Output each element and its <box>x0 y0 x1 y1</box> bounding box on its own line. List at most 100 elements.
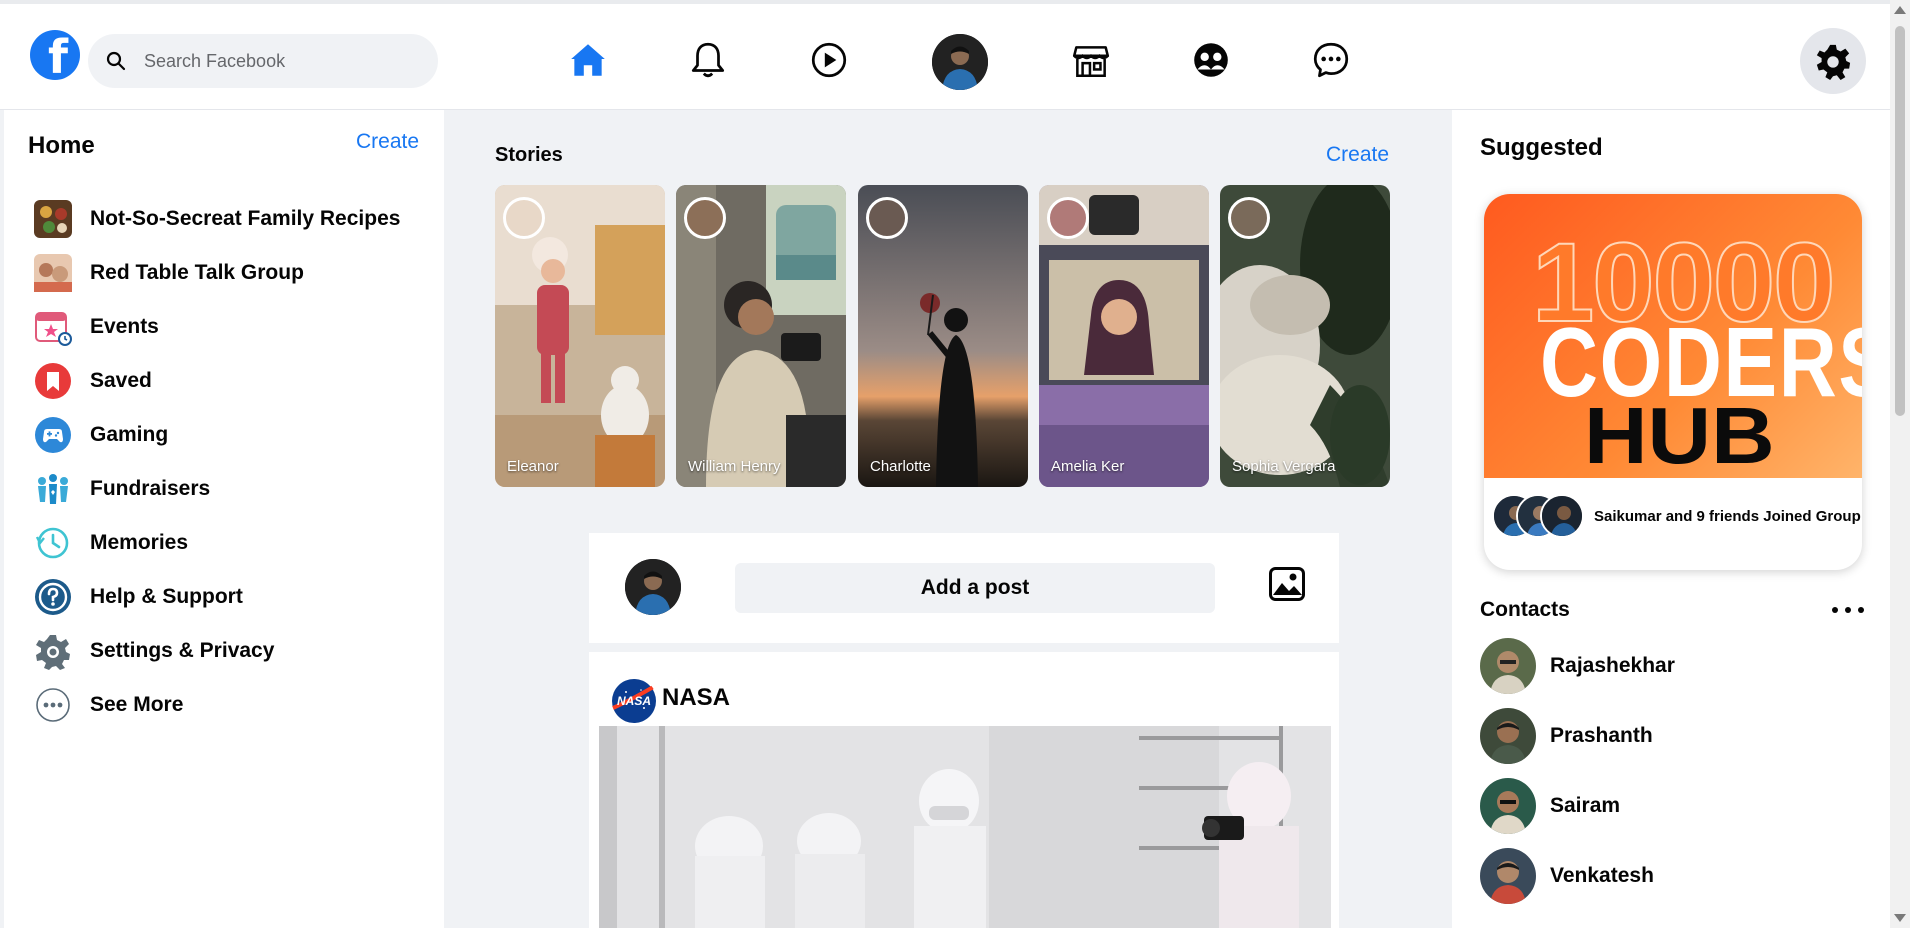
story-avatar <box>684 197 726 239</box>
search-box[interactable] <box>88 34 438 88</box>
story-avatar <box>866 197 908 239</box>
clock-icon <box>34 524 72 562</box>
contacts-title: Contacts <box>1480 598 1570 621</box>
story-card[interactable]: Amelia Ker <box>1039 185 1209 487</box>
svg-text:NASA: NASA <box>617 694 651 708</box>
contact-avatar <box>1480 848 1536 904</box>
more-icon <box>34 686 72 724</box>
group-photo-icon <box>34 254 72 292</box>
gamepad-icon <box>34 416 72 454</box>
question-icon <box>34 578 72 616</box>
story-card[interactable]: Eleanor <box>495 185 665 487</box>
gear-icon <box>1816 44 1851 80</box>
settings-button[interactable] <box>1800 28 1866 94</box>
bookmark-icon <box>34 362 72 400</box>
group-cover-image: 10000 CODERS HUB <box>1484 194 1862 480</box>
contact-name: Sairam <box>1550 794 1621 817</box>
sidebar-item-label: Red Table Talk Group <box>90 261 304 284</box>
story-name: William Henry <box>688 458 781 475</box>
scroll-down-arrow-icon[interactable] <box>1894 914 1906 922</box>
marketplace-icon[interactable] <box>1063 32 1119 88</box>
story-name: Sophia Vergara <box>1232 458 1336 475</box>
sidebar-item-label: See More <box>90 693 184 716</box>
cover-text-line3: HUB <box>1584 391 1775 480</box>
sidebar-item-label: Events <box>90 315 159 338</box>
home-icon[interactable] <box>560 32 616 88</box>
bell-icon[interactable] <box>680 32 736 88</box>
group-joined-text: Saikumar and 9 friends Joined Group <box>1594 507 1861 525</box>
contact-item[interactable]: Prashanth <box>1480 708 1653 764</box>
page-scrollbar[interactable] <box>1890 0 1910 928</box>
stories-title: Stories <box>495 144 563 166</box>
user-avatar[interactable] <box>625 559 681 615</box>
group-friends-row: Saikumar and 9 friends Joined Group <box>1492 494 1861 538</box>
contacts-more-icon[interactable] <box>1832 600 1864 620</box>
story-card[interactable]: Charlotte <box>858 185 1028 487</box>
right-sidebar: Suggested 10000 CODERS HUB Saikumar and … <box>1452 110 1890 928</box>
photo-icon[interactable] <box>1269 567 1305 601</box>
suggested-group-card[interactable]: 10000 CODERS HUB Saikumar and 9 friends … <box>1484 194 1862 570</box>
sidebar-item-label: Not-So-Secreat Family Recipes <box>90 207 401 230</box>
sidebar-item-label: Settings & Privacy <box>90 639 275 662</box>
hands-icon <box>34 470 72 508</box>
contact-item[interactable]: Rajashekhar <box>1480 638 1675 694</box>
sidebar-item-settings-privacy[interactable]: Settings & Privacy <box>34 624 400 678</box>
sidebar-item-label: Saved <box>90 369 152 392</box>
play-icon[interactable] <box>801 32 857 88</box>
story-card[interactable]: Sophia Vergara <box>1220 185 1390 487</box>
story-avatar <box>1228 197 1270 239</box>
sidebar-item-events[interactable]: Events <box>34 300 400 354</box>
nasa-logo-icon[interactable]: NASA <box>611 678 657 724</box>
sidebar-item-memories[interactable]: Memories <box>34 516 400 570</box>
search-input[interactable] <box>144 50 404 72</box>
contact-avatar <box>1480 778 1536 834</box>
contact-avatar <box>1480 708 1536 764</box>
search-icon <box>106 51 126 71</box>
contact-item[interactable]: Venkatesh <box>1480 848 1654 904</box>
gear-icon <box>34 632 72 670</box>
sidebar-title: Home <box>28 132 95 159</box>
groups-icon[interactable] <box>1183 32 1239 88</box>
calendar-icon <box>34 308 72 346</box>
add-post-button[interactable]: Add a post <box>735 563 1215 613</box>
profile-avatar[interactable] <box>932 34 988 90</box>
post-author[interactable]: NASA <box>662 684 730 712</box>
story-name: Amelia Ker <box>1051 458 1125 475</box>
story-card[interactable]: William Henry <box>676 185 846 487</box>
sidebar-item-label: Gaming <box>90 423 169 446</box>
contact-name: Prashanth <box>1550 724 1653 747</box>
facebook-logo-icon[interactable]: f <box>30 30 80 80</box>
sidebar-create-link[interactable]: Create <box>356 130 419 154</box>
story-avatar <box>503 197 545 239</box>
story-name: Eleanor <box>507 458 559 475</box>
group-photo-icon <box>34 200 72 238</box>
contact-avatar <box>1480 638 1536 694</box>
sidebar-menu: Not-So-Secreat Family Recipes Red Table … <box>34 192 400 732</box>
post-composer: Add a post <box>589 533 1339 643</box>
messenger-icon[interactable] <box>1303 32 1359 88</box>
sidebar-item-label: Memories <box>90 531 189 554</box>
story-name: Charlotte <box>870 458 931 475</box>
contact-item[interactable]: Sairam <box>1480 778 1620 834</box>
sidebar-item-family-recipes[interactable]: Not-So-Secreat Family Recipes <box>34 192 400 246</box>
sidebar-item-red-table-talk[interactable]: Red Table Talk Group <box>34 246 400 300</box>
sidebar-item-gaming[interactable]: Gaming <box>34 408 400 462</box>
friend-avatar <box>1540 494 1584 538</box>
suggested-title: Suggested <box>1480 134 1603 161</box>
left-sidebar: Home Create Not-So-Secreat Family Recipe… <box>4 110 444 928</box>
story-avatar <box>1047 197 1089 239</box>
stories-create-link[interactable]: Create <box>1326 143 1389 167</box>
scroll-thumb[interactable] <box>1895 26 1905 416</box>
sidebar-item-label: Fundraisers <box>90 477 211 500</box>
contact-name: Rajashekhar <box>1550 654 1675 677</box>
contact-name: Venkatesh <box>1550 864 1654 887</box>
sidebar-item-label: Help & Support <box>90 585 243 608</box>
sidebar-item-see-more[interactable]: See More <box>34 678 400 732</box>
sidebar-item-fundraisers[interactable]: Fundraisers <box>34 462 400 516</box>
post-image[interactable] <box>599 726 1331 928</box>
sidebar-item-help-support[interactable]: Help & Support <box>34 570 400 624</box>
sidebar-item-saved[interactable]: Saved <box>34 354 400 408</box>
feed-post: NASA NASA <box>589 652 1339 928</box>
scroll-up-arrow-icon[interactable] <box>1894 6 1906 14</box>
top-navbar: f <box>0 0 1890 110</box>
